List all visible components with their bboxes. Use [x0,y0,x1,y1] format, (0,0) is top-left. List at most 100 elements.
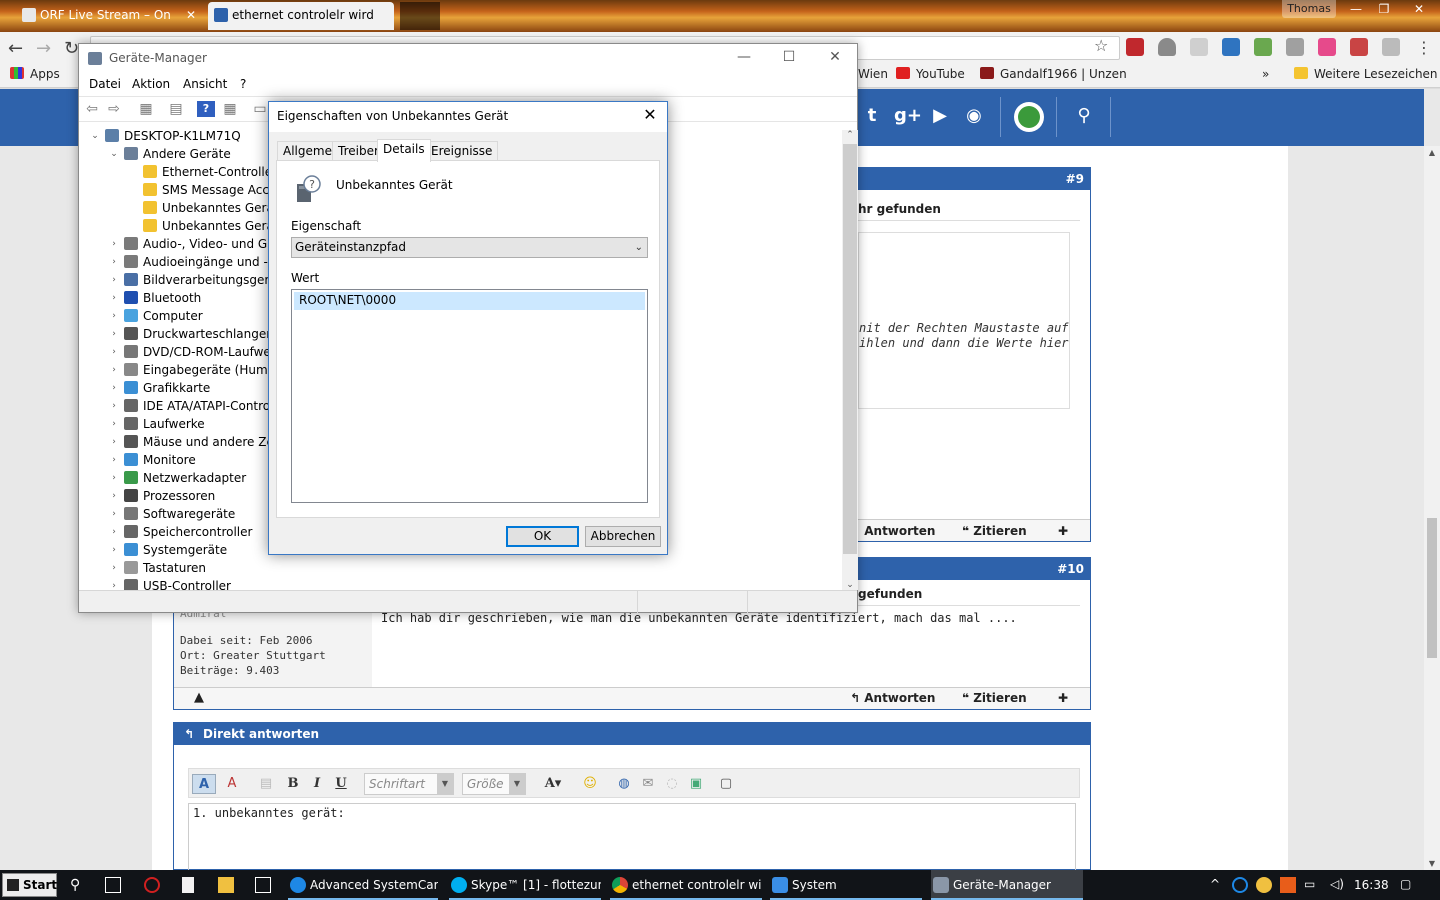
document-icon[interactable] [182,877,194,893]
scroll-thumb[interactable] [1427,518,1437,658]
chevron-right-icon[interactable]: › [108,577,120,590]
reply-textarea[interactable]: 1. unbekanntes gerät: [188,803,1076,871]
scroll-up-icon[interactable]: ⌃ [842,130,858,140]
post-number[interactable]: #9 [1066,172,1084,186]
task-system[interactable]: System [770,870,922,900]
close-icon[interactable]: ✕ [820,49,850,65]
network-icon[interactable]: ▭ [1304,877,1315,891]
properties-grid-icon[interactable]: ▦ [137,101,155,117]
chevron-right-icon[interactable]: › [108,433,120,451]
tree-item[interactable]: › Systemgeräte [112,541,227,559]
image-icon[interactable]: ▣ [685,774,707,794]
tree-item[interactable]: › Audio-, Video- und Gam [112,235,286,253]
post-number[interactable]: #10 [1057,562,1084,576]
tree-item[interactable]: › Softwaregeräte [112,505,235,523]
close-icon[interactable]: ✕ [639,105,661,124]
volume-icon[interactable]: ◁) [1330,877,1344,891]
task-skype[interactable]: Skype™ [1] - flottezun... [449,870,601,900]
text-color-icon[interactable]: A▾ [539,774,567,794]
chevron-right-icon[interactable]: › [108,487,120,505]
tree-item[interactable]: › Mäuse und andere Zeig [112,433,285,451]
tree-item[interactable]: › DVD/CD-ROM-Laufwerk [112,343,283,361]
quote-bubble-icon[interactable]: ▢ [715,774,737,794]
tree-item[interactable]: › USB-Controller [112,577,231,590]
multiquote-icon[interactable]: ✚ [1058,691,1068,705]
search-icon[interactable]: ⚲ [1072,104,1096,128]
alert-tray-icon[interactable] [1256,877,1272,893]
chevron-right-icon[interactable]: › [108,469,120,487]
tab-ethernet-controller[interactable]: ethernet controlelr wird [208,2,394,30]
view-icon[interactable]: ▦ [221,101,239,117]
pdf-icon[interactable] [1190,38,1208,56]
details-icon[interactable]: ▤ [167,101,185,117]
tree-item[interactable]: › Eingabegeräte (Human [112,361,283,379]
security-icon[interactable] [144,877,160,893]
chevron-right-icon[interactable]: › [108,235,120,253]
close-icon[interactable]: ✕ [1402,0,1436,20]
tree-item[interactable]: › Druckwarteschlangen [112,325,274,343]
scan-hardware-icon[interactable]: ▭ [251,101,269,117]
scroll-down-icon[interactable]: ⌄ [842,580,858,590]
reload-icon[interactable]: ↻ [64,38,79,59]
chevron-right-icon[interactable]: › [108,307,120,325]
scroll-down-icon[interactable]: ▼ [1424,859,1440,868]
maximize-icon[interactable]: ☐ [774,49,804,65]
shield-icon[interactable] [1158,38,1176,56]
switch-editor-icon[interactable]: A [192,774,216,794]
tree-item[interactable]: › Computer [112,307,203,325]
translate-icon[interactable] [1222,38,1240,56]
chevron-right-icon[interactable]: › [108,325,120,343]
chevron-right-icon[interactable]: › [108,361,120,379]
forward-icon[interactable]: ⇨ [105,101,123,117]
value-list-item[interactable]: ROOT\NET\0000 [294,292,645,310]
task-view-icon[interactable] [105,877,121,893]
tree-item[interactable]: › Tastaturen [112,559,206,577]
task-device-manager[interactable]: Geräte-Manager [931,870,1083,900]
chevron-right-icon[interactable]: › [108,253,120,271]
dm-titlebar[interactable]: Geräte-Manager — ☐ ✕ [79,44,857,74]
tree-item[interactable]: › Monitore [112,451,196,469]
tree-item[interactable]: › Grafikkarte [112,379,210,397]
chevron-up-icon[interactable]: ^ [1210,877,1220,891]
chevron-right-icon[interactable]: › [108,451,120,469]
chevron-right-icon[interactable]: › [108,559,120,577]
tree-item[interactable]: › Bluetooth [112,289,201,307]
link-icon[interactable]: ◍ [613,774,635,794]
tab-details[interactable]: Details [377,139,431,162]
store-icon[interactable] [255,877,271,893]
property-select[interactable]: Geräteinstanzpfad ⌄ [291,237,648,258]
quote-button[interactable]: ❝ Zitieren [962,691,1027,705]
help-icon[interactable]: ? [197,101,215,117]
value-list[interactable]: ROOT\NET\0000 [291,289,648,503]
pinwheel-icon[interactable] [1318,38,1336,56]
close-tab-icon[interactable]: ✕ [186,2,196,28]
size-select[interactable]: Größe ▼ [462,773,526,795]
start-button[interactable]: Start [2,873,57,897]
tree-item[interactable]: › Audioeingänge und -au [112,253,283,271]
chevron-right-icon[interactable]: › [108,415,120,433]
twitter-icon[interactable]: t [860,104,884,128]
tab-orf-live-stream[interactable]: ORF Live Stream – On ✕ [16,2,202,30]
tree-item[interactable]: SMS Message Access [143,181,289,199]
chevron-right-icon[interactable]: › [108,523,120,541]
chevron-right-icon[interactable]: › [108,541,120,559]
search-icon[interactable]: ⚲ [70,877,86,893]
tree-item[interactable]: Unbekanntes Gerät [143,217,279,235]
extension-icon[interactable] [1254,38,1272,56]
reply-button[interactable]: ↰ Antworten [850,524,935,538]
underline-icon[interactable]: U [331,774,351,794]
tree-item[interactable]: › Laufwerke [112,415,205,433]
systemcare-tray-icon[interactable] [1232,877,1248,893]
tree-item[interactable]: Ethernet-Controller [143,163,277,181]
download-icon[interactable] [1286,38,1304,56]
tree-item[interactable]: › Speichercontroller [112,523,252,541]
minimize-icon[interactable]: — [729,49,759,65]
tools-icon[interactable] [1350,38,1368,56]
bookmark-other[interactable]: Weitere Lesezeichen [1294,67,1438,81]
notifications-icon[interactable]: ▢ [1400,877,1411,891]
bookmark-star-icon[interactable]: ☆ [1094,36,1108,55]
scroll-up-icon[interactable]: ▲ [1424,148,1440,157]
back-icon[interactable]: ← [8,38,23,59]
reply-button[interactable]: ↰ Antworten [850,691,935,705]
paste-icon[interactable]: ▤ [255,774,277,794]
